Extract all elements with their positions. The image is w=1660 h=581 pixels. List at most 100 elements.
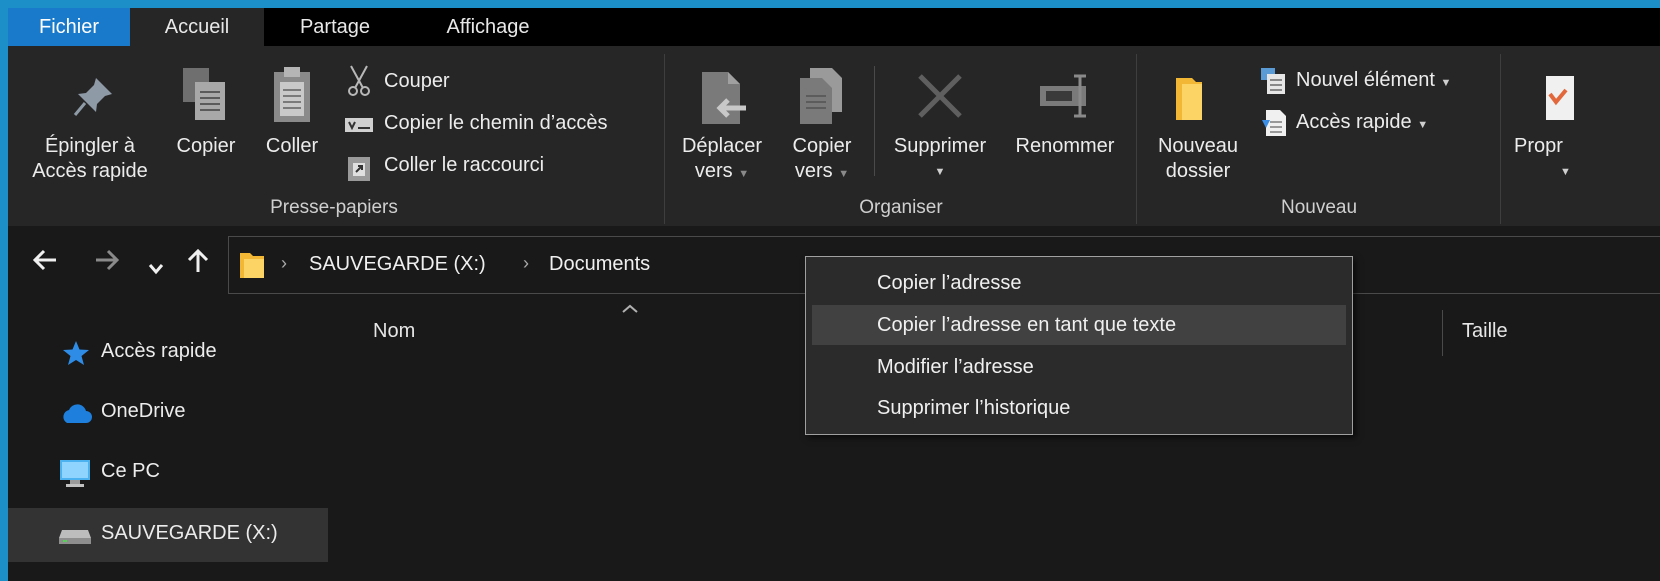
- nav-item-drive[interactable]: SAUVEGARDE (X:): [8, 508, 328, 562]
- cut-label: Couper: [384, 70, 450, 92]
- easy-access-label: Accès rapide: [1296, 111, 1412, 133]
- pin-icon: [73, 78, 112, 116]
- copy-path-button[interactable]: Copier le chemin d’accès: [344, 110, 664, 140]
- chevron-down-icon: ▼: [738, 168, 750, 180]
- copy-to-icon: [800, 68, 842, 124]
- nav-item-onedrive[interactable]: OneDrive: [8, 386, 328, 440]
- breadcrumb-separator-icon: ›: [523, 253, 529, 273]
- group-separator: [664, 54, 665, 224]
- copy-to-label-line2: vers: [794, 160, 833, 182]
- properties-label: Propr: [1514, 135, 1563, 157]
- nav-item-label: SAUVEGARDE (X:): [101, 522, 278, 544]
- address-context-menu: Copier l’adresse Copier l’adresse en tan…: [805, 256, 1353, 435]
- easy-access-icon: [1262, 110, 1286, 136]
- move-to-label-line2: vers: [694, 160, 733, 182]
- menu-item-copy-address-as-text[interactable]: Copier l’adresse en tant que texte: [812, 305, 1346, 345]
- drive-icon: [59, 530, 91, 544]
- column-divider: [1442, 310, 1443, 356]
- delete-button[interactable]: Supprimer ▼: [878, 60, 1002, 186]
- menu-item-label: Modifier l’adresse: [877, 356, 1034, 378]
- menu-item-edit-address[interactable]: Modifier l’adresse: [812, 347, 1346, 387]
- menu-item-delete-history[interactable]: Supprimer l’historique: [812, 388, 1346, 428]
- new-folder-button[interactable]: Nouveau dossier: [1144, 60, 1252, 186]
- new-folder-label-line2: dossier: [1165, 160, 1231, 182]
- paste-shortcut-button[interactable]: Coller le raccourci: [344, 152, 604, 182]
- menu-item-copy-address[interactable]: Copier l’adresse: [812, 263, 1346, 303]
- file-explorer-window: Fichier Accueil Partage Affichage Épingl…: [8, 8, 1660, 581]
- group-separator: [874, 66, 875, 176]
- paste-button[interactable]: Coller: [252, 60, 332, 186]
- new-item-button[interactable]: Nouvel élément ▼: [1258, 66, 1498, 96]
- column-header-name[interactable]: Nom: [373, 320, 415, 343]
- new-item-icon: [1261, 68, 1285, 94]
- back-arrow-icon[interactable]: [32, 248, 58, 278]
- new-folder-label-line1: Nouveau: [1157, 135, 1239, 157]
- nav-item-label: Ce PC: [101, 460, 160, 482]
- group-separator: [1136, 54, 1137, 224]
- monitor-icon: [60, 460, 90, 487]
- rename-icon: [1040, 74, 1086, 118]
- scissors-icon: [348, 65, 370, 96]
- delete-x-icon: [918, 74, 962, 118]
- pin-label-line1: Épingler à: [44, 135, 136, 157]
- menu-item-label: Copier l’adresse en tant que texte: [877, 314, 1177, 336]
- nav-item-label: Accès rapide: [101, 340, 217, 362]
- tab-view[interactable]: Affichage: [408, 8, 568, 46]
- ribbon-home: Épingler à Accès rapide Copier Coller Co…: [8, 46, 1660, 226]
- ribbon-tab-bar: Fichier Accueil Partage Affichage: [8, 8, 1660, 46]
- properties-icon: [1546, 76, 1574, 120]
- star-icon: [63, 341, 89, 365]
- group-separator: [1500, 54, 1501, 224]
- copy-to-button[interactable]: Copier vers ▼: [774, 60, 870, 186]
- copy-button[interactable]: Copier: [166, 60, 246, 186]
- recent-locations-chevron-icon[interactable]: [148, 252, 164, 282]
- chevron-down-icon: ▼: [934, 166, 946, 178]
- tab-share[interactable]: Partage: [270, 8, 400, 46]
- nav-item-quick-access[interactable]: Accès rapide: [8, 326, 328, 380]
- group-label-new: Nouveau: [1280, 197, 1358, 218]
- copy-label: Copier: [176, 135, 236, 157]
- up-arrow-icon[interactable]: [186, 248, 210, 280]
- forward-arrow-icon[interactable]: [94, 248, 120, 278]
- breadcrumb-folder[interactable]: Documents: [549, 253, 650, 276]
- move-to-button[interactable]: Déplacer vers ▼: [674, 60, 770, 186]
- sort-ascending-icon: [622, 304, 638, 313]
- tab-file[interactable]: Fichier: [8, 8, 130, 46]
- navigation-pane: Accès rapide OneDrive Ce PC SAUVEGARDE (…: [8, 308, 328, 581]
- new-item-label: Nouvel élément: [1296, 69, 1435, 91]
- easy-access-button[interactable]: Accès rapide ▼: [1258, 108, 1478, 138]
- clipboard-icon: [274, 67, 310, 122]
- move-to-icon: [702, 72, 746, 124]
- new-folder-icon: [1176, 78, 1202, 120]
- group-label-organize: Organiser: [859, 197, 943, 218]
- menu-item-label: Copier l’adresse: [877, 272, 1022, 294]
- paste-shortcut-icon: [348, 157, 370, 181]
- chevron-down-icon: ▼: [838, 168, 850, 180]
- rename-button[interactable]: Renommer: [1000, 60, 1130, 186]
- nav-item-this-pc[interactable]: Ce PC: [8, 446, 328, 500]
- breadcrumb-separator-icon: ›: [281, 253, 287, 273]
- copy-icon: [183, 68, 225, 120]
- delete-label: Supprimer: [893, 135, 987, 157]
- folder-icon: [240, 253, 264, 278]
- move-to-label-line1: Déplacer: [681, 135, 763, 157]
- menu-item-label: Supprimer l’historique: [877, 397, 1071, 419]
- pin-label-line2: Accès rapide: [32, 160, 148, 182]
- column-header-size[interactable]: Taille: [1462, 320, 1508, 343]
- copy-to-label-line1: Copier: [792, 135, 852, 157]
- paste-shortcut-label: Coller le raccourci: [384, 154, 545, 176]
- paste-label: Coller: [265, 135, 319, 157]
- copy-path-label: Copier le chemin d’accès: [384, 112, 608, 134]
- pin-button[interactable]: Épingler à Accès rapide: [20, 60, 160, 186]
- rename-label: Renommer: [1015, 135, 1115, 157]
- cloud-icon: [63, 404, 92, 423]
- chevron-down-icon: ▼: [1560, 166, 1571, 178]
- nav-item-label: OneDrive: [101, 400, 186, 422]
- tab-home[interactable]: Accueil: [130, 8, 264, 46]
- chevron-down-icon: ▼: [1440, 77, 1452, 89]
- breadcrumb-drive[interactable]: SAUVEGARDE (X:): [309, 253, 486, 276]
- cut-button[interactable]: Couper: [344, 65, 544, 98]
- group-label-clipboard: Presse-papiers: [270, 197, 398, 218]
- chevron-down-icon: ▼: [1417, 119, 1429, 131]
- properties-button[interactable]: Propr ▼: [1508, 60, 1660, 186]
